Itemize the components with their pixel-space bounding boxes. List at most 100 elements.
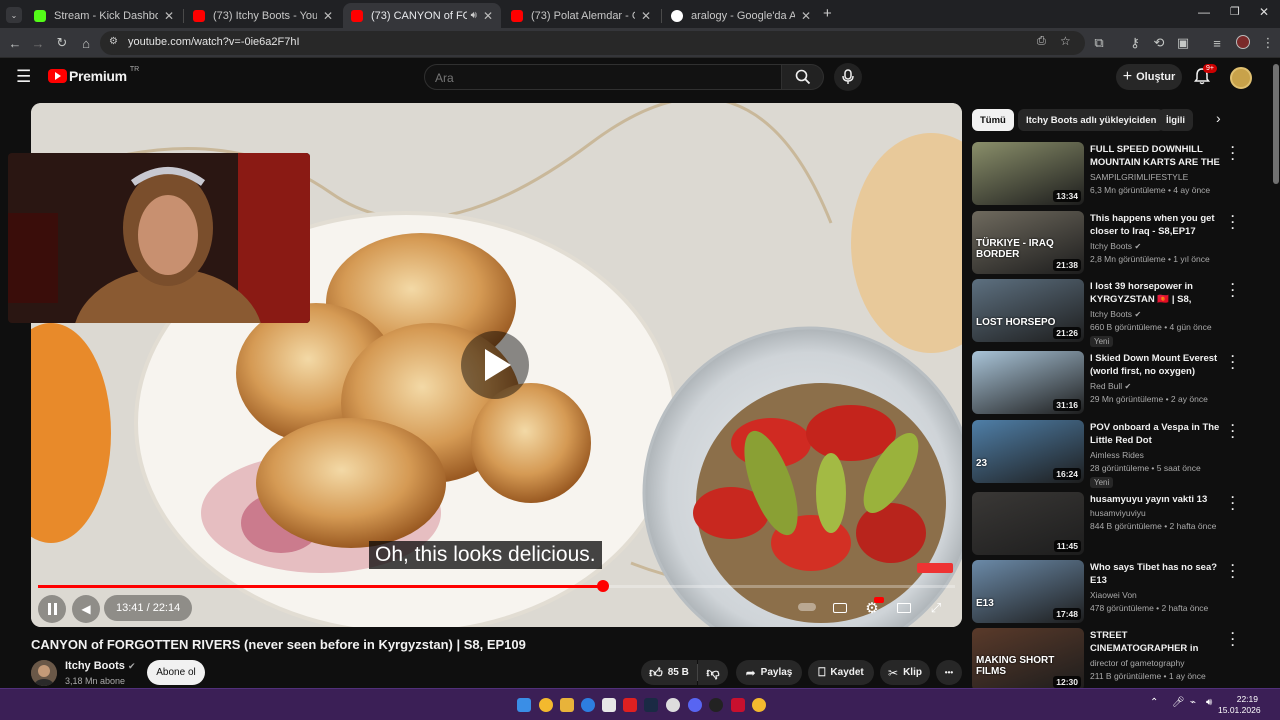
miniplayer-button[interactable] [890, 594, 918, 622]
password-manager-icon[interactable]: ⚷ [1126, 34, 1144, 52]
recommendation-thumbnail[interactable]: TÜRKIYE - IRAQ BORDER 21:38 [972, 211, 1084, 274]
system-clock[interactable]: 22:19 15.01.2026 [1218, 694, 1261, 716]
home-icon[interactable]: ⌂ [77, 34, 95, 52]
recommendation-item[interactable]: 13:34 FULL SPEED DOWNHILL MOUNTAIN KARTS … [972, 141, 1267, 206]
notifications-button[interactable]: 9+ [1193, 64, 1217, 89]
hamburger-menu-icon[interactable]: ☰ [16, 67, 31, 87]
pause-button[interactable] [38, 595, 66, 623]
media-controls-icon[interactable]: ≡ [1208, 34, 1226, 52]
recommendation-item[interactable]: E13 17:48 Who says Tibet has no sea? E13 Xi… [972, 559, 1267, 624]
chrome-taskbar-icon[interactable] [539, 698, 553, 712]
tray-network-icon[interactable]: ⌁ [1190, 697, 1196, 708]
tray-chevron-icon[interactable]: ⌃ [1150, 697, 1158, 708]
more-actions-button[interactable]: ••• [936, 660, 962, 685]
recommendation-title[interactable]: This happens when you get closer to Iraq… [1090, 212, 1220, 238]
recommendation-item[interactable]: TÜRKIYE - IRAQ BORDER 21:38 This happens w… [972, 210, 1267, 275]
more-options-icon[interactable]: · · · [1231, 210, 1235, 234]
edge-icon[interactable] [581, 698, 595, 712]
voice-search-button[interactable] [834, 63, 862, 91]
recommendation-thumbnail[interactable]: 31:16 [972, 351, 1084, 414]
more-options-icon[interactable]: · · · [1231, 350, 1235, 374]
subscribe-button[interactable]: Abone ol [147, 660, 205, 685]
app-icon[interactable] [666, 698, 680, 712]
install-app-icon[interactable]: ⎙ [1037, 35, 1046, 48]
settings-button[interactable]: ⚙︎ [858, 594, 886, 622]
recommendation-channel[interactable]: director of gametography [1090, 658, 1185, 668]
account-avatar[interactable] [1230, 67, 1252, 89]
more-options-icon[interactable]: · · · [1231, 141, 1235, 165]
recommendation-thumbnail[interactable]: 23 16:24 [972, 420, 1084, 483]
like-button[interactable]: 👍︎ 85 B [641, 660, 697, 685]
tab-close-icon[interactable]: ✕ [801, 9, 811, 23]
subtitles-button[interactable] [826, 594, 854, 622]
reload-icon[interactable]: ↻ [53, 34, 71, 52]
scrollbar-thumb[interactable] [1273, 64, 1279, 184]
chips-next-arrow-icon[interactable]: › [1216, 110, 1221, 126]
recommendation-title[interactable]: STREET CINEMATOGRAPHER in ARC Raiders vo… [1090, 629, 1220, 656]
volume-button[interactable]: ◀︎ [72, 595, 100, 623]
search-input[interactable] [435, 71, 765, 85]
progress-bar[interactable] [38, 580, 955, 592]
address-bar[interactable]: ⚙︎ youtube.com/watch?v=-0ie6a2F7hI ⎙ ☆ [100, 31, 1085, 55]
center-play-button[interactable] [461, 331, 529, 399]
obs-icon[interactable] [709, 698, 723, 712]
chip-all[interactable]: Tümü [972, 109, 1014, 131]
recommendation-title[interactable]: I lost 39 horsepower in KYRGYZSTAN 🇰🇬 | … [1090, 280, 1220, 307]
recommendation-channel[interactable]: SAMPILGRIMLIFESTYLE [1090, 172, 1188, 182]
tab-close-icon[interactable]: ✕ [641, 9, 651, 23]
more-options-icon[interactable]: · · · [1231, 491, 1235, 515]
recommendation-item[interactable]: 11:45 husamyuyu yayın vakti 13 husamviyuvi… [972, 491, 1267, 556]
chip-from-uploader[interactable]: Itchy Boots adlı yükleyiciden [1018, 109, 1165, 131]
recommendation-channel[interactable]: Xiaowei Von [1090, 590, 1137, 600]
tab-close-icon[interactable]: ✕ [164, 9, 174, 23]
channel-name[interactable]: Itchy Boots ✔ [65, 660, 136, 672]
recommendation-title[interactable]: husamyuyu yayın vakti 13 [1090, 493, 1220, 506]
recommendation-channel[interactable]: Aimless Rides [1090, 450, 1144, 460]
recommendation-thumbnail[interactable]: E13 17:48 [972, 560, 1084, 623]
youtube-logo[interactable]: Premium TR [48, 66, 139, 84]
recommendation-title[interactable]: FULL SPEED DOWNHILL MOUNTAIN KARTS ARE T… [1090, 143, 1220, 170]
recommendation-item[interactable]: 31:16 I Skied Down Mount Everest (world f… [972, 350, 1267, 415]
browser-tab-canyon[interactable]: (73) CANYON of FORGOTTE 🔊︎ ✕ [343, 3, 501, 28]
steam-icon[interactable] [644, 698, 658, 712]
recommendation-item[interactable]: 23 16:24 POV onboard a Vespa in The Little… [972, 419, 1267, 488]
recommendation-channel[interactable]: Itchy Boots ✔ [1090, 309, 1141, 319]
recommendation-thumbnail[interactable]: MAKING SHORT FILMS 12:30 [972, 628, 1084, 691]
channel-avatar[interactable] [31, 660, 57, 686]
tab-search-button[interactable]: ⌄ [6, 7, 22, 23]
chip-related[interactable]: İlgili [1158, 109, 1193, 131]
chrome-secondary-icon[interactable] [752, 698, 766, 712]
extensions-icon[interactable]: ⧉ [1090, 34, 1108, 52]
file-explorer-icon[interactable] [560, 698, 574, 712]
more-options-icon[interactable]: · · · [1231, 278, 1235, 302]
progress-scrubber[interactable] [596, 580, 609, 592]
recommendation-thumbnail[interactable]: 11:45 [972, 492, 1084, 555]
more-options-icon[interactable]: · · · [1231, 627, 1235, 651]
browser-tab-google[interactable]: aralogy - Google'da Ara ✕ [663, 3, 819, 28]
browser-tab-polat-alemdar[interactable]: (73) Polat Alemdar - Gangsta's ✕ [503, 3, 659, 28]
fullscreen-button[interactable]: ⤢ [922, 594, 950, 622]
save-button[interactable]: ⎕ Kaydet [808, 660, 874, 685]
create-button[interactable]: + Oluştur [1116, 64, 1182, 90]
recommendation-channel[interactable]: Itchy Boots ✔ [1090, 241, 1141, 251]
audio-playing-icon[interactable]: 🔊︎ [471, 10, 477, 21]
recommendation-channel[interactable]: Red Bull ✔ [1090, 381, 1131, 391]
tab-close-icon[interactable]: ✕ [323, 9, 333, 23]
page-scrollbar[interactable] [1272, 58, 1280, 688]
browser-tab-kick[interactable]: Stream - Kick Dashboard ✕ [26, 3, 182, 28]
minimize-window-button[interactable]: — [1198, 5, 1210, 19]
dislike-button[interactable]: 👎︎ [698, 660, 728, 685]
history-icon[interactable]: ⟲ [1150, 34, 1168, 52]
recommendation-item[interactable]: MAKING SHORT FILMS 12:30 STREET CINEMATOGR… [972, 627, 1267, 692]
share-button[interactable]: ➦ Paylaş [736, 660, 802, 685]
bookmark-star-icon[interactable]: ☆ [1060, 34, 1071, 48]
recommendation-title[interactable]: POV onboard a Vespa in The Little Red Do… [1090, 421, 1220, 448]
recommendation-thumbnail[interactable]: LOST HORSEPO 21:26 [972, 279, 1084, 342]
youtube-taskbar-icon[interactable] [623, 698, 637, 712]
profile-avatar[interactable] [1236, 35, 1250, 49]
recommendation-title[interactable]: Who says Tibet has no sea? E13 [1090, 561, 1220, 587]
forward-icon[interactable]: → [29, 34, 47, 52]
start-menu-icon[interactable] [517, 698, 531, 712]
clip-button[interactable]: ✂ Klip [880, 660, 930, 685]
browser-tab-itchy-boots[interactable]: (73) Itchy Boots - YouTube ✕ [185, 3, 341, 28]
